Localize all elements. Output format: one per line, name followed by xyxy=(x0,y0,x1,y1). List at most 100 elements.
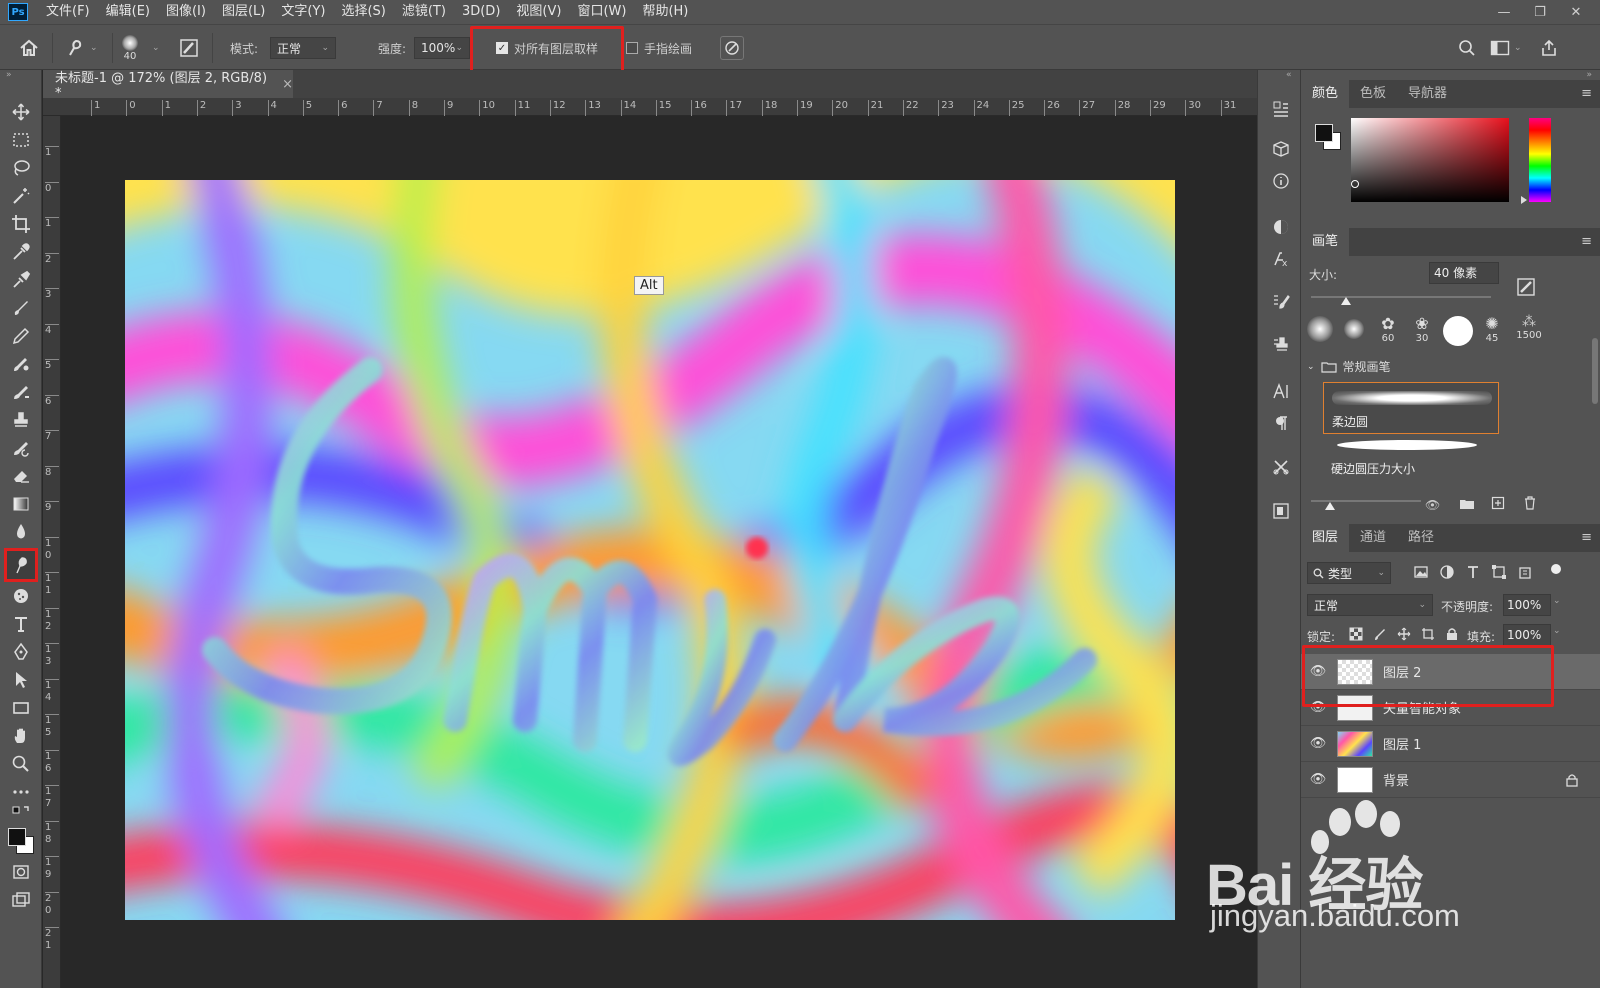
home-icon[interactable] xyxy=(18,25,40,71)
opacity-input[interactable]: 100% xyxy=(1503,594,1551,616)
eyedropper-tool-icon[interactable] xyxy=(7,240,35,264)
brush-preset-60[interactable]: ✿ 60 xyxy=(1373,314,1403,350)
finger-painting-option[interactable]: 手指绘画 xyxy=(626,25,692,71)
toggle-brush-view-icon[interactable]: 👁 xyxy=(1425,498,1440,512)
more-tools-icon[interactable] xyxy=(7,780,35,804)
gradient-tool-icon[interactable] xyxy=(7,492,35,516)
strength-input[interactable]: 100% ⌄ xyxy=(414,37,470,59)
brush-size-picker[interactable]: 40 xyxy=(122,25,138,71)
panel-menu-icon[interactable]: ≡ xyxy=(1581,86,1592,101)
new-group-icon[interactable] xyxy=(1459,498,1475,513)
pen-tool-icon[interactable] xyxy=(7,640,35,664)
horizontal-ruler[interactable]: 1 0 1 2 3 4 5 6 7 8 9 10 11 12 13 14 15 16 17 18 19 20 21 22 23 2… xyxy=(43,98,1257,116)
shape-filter-icon[interactable] xyxy=(1491,564,1507,580)
brush-preset-soft-small[interactable] xyxy=(1339,316,1369,352)
restore-button[interactable]: ❐ xyxy=(1522,5,1558,20)
pixel-filter-icon[interactable] xyxy=(1413,564,1429,580)
styles-panel-icon[interactable]: x xyxy=(1270,248,1292,270)
visibility-eye-icon[interactable]: 👁 xyxy=(1301,736,1335,751)
crop-tool-icon[interactable] xyxy=(7,212,35,236)
adjustments-panel-icon[interactable] xyxy=(1270,216,1292,238)
history-panel-icon[interactable] xyxy=(1270,98,1292,120)
brush-item-soft-round[interactable]: 柔边圆 xyxy=(1323,382,1499,434)
marquee-tool-icon[interactable] xyxy=(7,128,35,152)
minimize-button[interactable]: — xyxy=(1486,5,1522,20)
panel-menu-icon[interactable]: ≡ xyxy=(1581,234,1592,249)
mode-select[interactable]: 正常 ⌄ xyxy=(270,37,336,59)
quick-mask-icon[interactable] xyxy=(7,860,35,884)
smudge-tool-preset-icon[interactable]: ⌄ xyxy=(64,25,98,71)
magic-wand-tool-icon[interactable] xyxy=(7,184,35,208)
pressure-icon[interactable] xyxy=(720,36,744,60)
adjustment-filter-icon[interactable] xyxy=(1439,564,1455,580)
visibility-eye-icon[interactable]: 👁 xyxy=(1301,772,1335,787)
blur-tool-icon[interactable] xyxy=(7,520,35,544)
brush-settings-panel-icon[interactable] xyxy=(1270,290,1292,312)
menu-help[interactable]: 帮助(H) xyxy=(634,0,696,24)
tab-brushes[interactable]: 画笔 xyxy=(1301,228,1350,256)
mixer-brush-tool-icon[interactable] xyxy=(7,380,35,404)
photoshop-logo[interactable]: Ps xyxy=(8,3,28,21)
path-selection-tool-icon[interactable] xyxy=(7,668,35,692)
collapse-panels-icon[interactable]: » xyxy=(1586,70,1592,80)
vertical-ruler[interactable]: 10123456789101112131415161718192021 xyxy=(43,116,61,988)
tab-color[interactable]: 颜色 xyxy=(1301,80,1350,108)
type-tool-icon[interactable] xyxy=(7,612,35,636)
hue-slider-handle[interactable] xyxy=(1521,196,1527,204)
menu-window[interactable]: 窗口(W) xyxy=(569,0,634,24)
brush-panel-scrollbar[interactable] xyxy=(1592,338,1598,404)
move-tool-icon[interactable] xyxy=(7,100,35,124)
chevron-down-icon[interactable]: ⌄ xyxy=(152,25,160,71)
swap-colors-icon[interactable] xyxy=(7,804,35,822)
brush-tool-icon[interactable] xyxy=(7,296,35,320)
brush-preview-slider-handle[interactable] xyxy=(1325,502,1335,510)
close-window-button[interactable]: ✕ xyxy=(1558,5,1594,20)
hand-tool-icon[interactable] xyxy=(7,724,35,748)
type-filter-icon[interactable] xyxy=(1465,564,1481,580)
brush-preset-30[interactable]: ❀ 30 xyxy=(1407,314,1437,350)
brush-size-slider[interactable] xyxy=(1311,296,1491,298)
brush-preset-hard-round[interactable] xyxy=(1443,316,1473,352)
color-panel-swatches[interactable] xyxy=(1313,122,1345,154)
blend-mode-select[interactable]: 正常 ⌄ xyxy=(1307,594,1433,616)
smudge-tool-icon[interactable] xyxy=(4,548,38,582)
collapse-arrows-icon[interactable]: » xyxy=(6,70,12,80)
lasso-tool-icon[interactable] xyxy=(7,156,35,180)
stamp-tool-icon[interactable] xyxy=(7,408,35,432)
sponge-tool-icon[interactable] xyxy=(7,584,35,608)
menu-select[interactable]: 选择(S) xyxy=(333,0,393,24)
share-icon[interactable] xyxy=(1540,25,1558,71)
menu-view[interactable]: 视图(V) xyxy=(508,0,569,24)
chevron-down-icon[interactable]: ⌄ xyxy=(1553,626,1561,636)
brush-preset-45[interactable]: ✺ 45 xyxy=(1477,314,1507,350)
tool-presets-panel-icon[interactable] xyxy=(1270,456,1292,478)
paragraph-panel-icon[interactable] xyxy=(1270,412,1292,434)
menu-layer[interactable]: 图层(L) xyxy=(214,0,273,24)
brush-settings-icon[interactable] xyxy=(178,25,200,71)
brush-preset-soft[interactable] xyxy=(1305,316,1335,352)
color-swatches[interactable] xyxy=(6,826,36,856)
fill-input[interactable]: 100% xyxy=(1503,624,1551,646)
lock-artboard-icon[interactable] xyxy=(1421,627,1435,641)
layer-row-background[interactable]: 👁 背景 xyxy=(1301,762,1600,798)
lock-position-icon[interactable] xyxy=(1397,627,1411,641)
pencil-tool-icon[interactable] xyxy=(7,324,35,348)
clone-source-panel-icon[interactable] xyxy=(1270,334,1292,356)
zoom-tool-icon[interactable] xyxy=(7,752,35,776)
eraser-tool-icon[interactable] xyxy=(7,464,35,488)
brush-preset-1500[interactable]: ⁂ 1500 xyxy=(1511,314,1547,350)
finger-painting-checkbox[interactable] xyxy=(626,42,638,54)
brush-new-preset-icon[interactable] xyxy=(1515,276,1537,301)
lock-pixels-icon[interactable] xyxy=(1373,627,1387,641)
brush-group-row[interactable]: ⌄ 常规画笔 xyxy=(1307,358,1391,375)
collapse-dock-icon[interactable]: « xyxy=(1286,70,1292,80)
rectangle-tool-icon[interactable] xyxy=(7,696,35,720)
brush-size-slider-handle[interactable] xyxy=(1341,297,1351,305)
search-icon[interactable] xyxy=(1458,25,1476,71)
close-document-icon[interactable]: × xyxy=(282,77,293,92)
menu-image[interactable]: 图像(I) xyxy=(158,0,214,24)
color-picker-ring[interactable] xyxy=(1351,180,1359,188)
brush-size-input[interactable]: 40 像素 xyxy=(1429,262,1499,284)
layer-lock-icon[interactable] xyxy=(1566,773,1578,790)
tab-swatches[interactable]: 色板 xyxy=(1349,80,1397,108)
